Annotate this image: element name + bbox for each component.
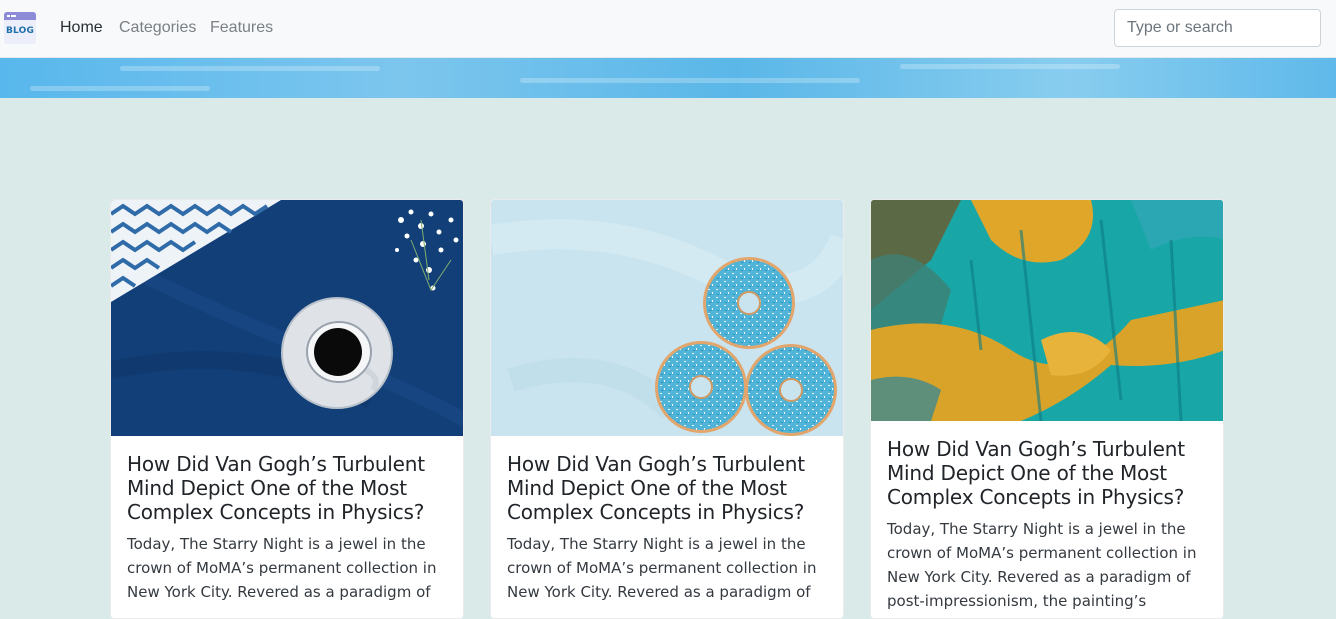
logo-text: BLOG [5,26,35,36]
nav-item-features[interactable]: Features [210,19,273,37]
paint-streak [120,66,380,71]
post-card[interactable]: How Did Van Gogh’s Turbulent Mind Depict… [870,199,1224,619]
card-body: How Did Van Gogh’s Turbulent Mind Depict… [491,436,843,604]
logo-dot [11,15,16,17]
post-image-abstract[interactable] [871,200,1223,421]
logo-dot [7,15,10,17]
card-body: How Did Van Gogh’s Turbulent Mind Depict… [871,421,1223,618]
post-card[interactable]: How Did Van Gogh’s Turbulent Mind Depict… [490,199,844,619]
hero-banner-image [0,58,1336,98]
post-title[interactable]: How Did Van Gogh’s Turbulent Mind Depict… [127,452,447,524]
post-title[interactable]: How Did Van Gogh’s Turbulent Mind Depict… [507,452,827,524]
paint-streak [520,78,860,83]
abstract-paint-image [871,200,1223,421]
post-image-donuts[interactable] [491,200,843,436]
nav-item-categories[interactable]: Categories [119,19,196,37]
card-body: How Did Van Gogh’s Turbulent Mind Depict… [111,436,463,604]
donuts-image [491,200,843,436]
navbar: BLOG Home Categories Features [0,0,1336,58]
post-card[interactable]: How Did Van Gogh’s Turbulent Mind Depict… [110,199,464,619]
post-title[interactable]: How Did Van Gogh’s Turbulent Mind Depict… [887,437,1207,509]
paint-streak [30,86,210,91]
paint-streak [900,64,1120,69]
coffee-cup-image [111,200,463,436]
blog-logo[interactable]: BLOG [4,12,36,44]
post-excerpt: Today, The Starry Night is a jewel in th… [507,535,817,601]
post-excerpt: Today, The Starry Night is a jewel in th… [127,535,437,601]
search-input[interactable] [1114,9,1321,47]
post-image-coffee[interactable] [111,200,463,436]
post-excerpt: Today, The Starry Night is a jewel in th… [887,520,1197,618]
nav-item-home[interactable]: Home [60,19,103,37]
